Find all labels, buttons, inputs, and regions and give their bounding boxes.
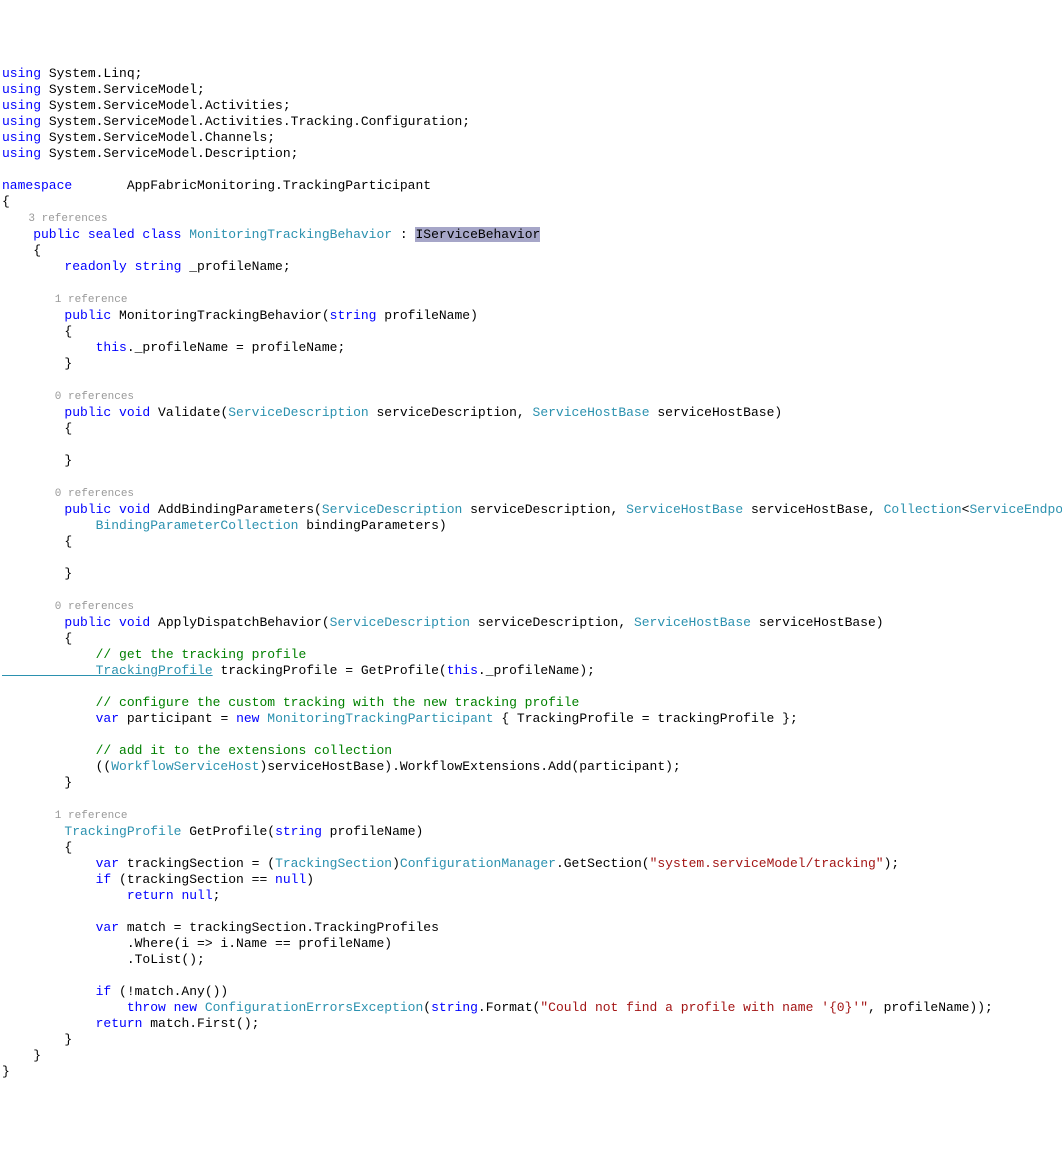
code-line: if (!match.Any()) bbox=[2, 984, 228, 999]
code-line: .ToList(); bbox=[2, 952, 205, 967]
codelens-references[interactable]: 3 references bbox=[2, 213, 108, 225]
using-directive: using System.ServiceModel; bbox=[2, 82, 205, 97]
brace: } bbox=[2, 1032, 72, 1047]
brace: { bbox=[2, 421, 72, 436]
using-directive: using System.Linq; bbox=[2, 66, 142, 81]
class-decl: public sealed class MonitoringTrackingBe… bbox=[2, 227, 540, 242]
using-directive: using System.ServiceModel.Channels; bbox=[2, 130, 275, 145]
code-line: var participant = new MonitoringTracking… bbox=[2, 711, 798, 726]
method-decl: TrackingProfile GetProfile(string profil… bbox=[2, 824, 423, 839]
brace: { bbox=[2, 194, 10, 209]
codelens-references[interactable]: 0 references bbox=[2, 488, 134, 500]
method-decl: public void Validate(ServiceDescription … bbox=[2, 405, 782, 420]
comment: // add it to the extensions collection bbox=[2, 743, 392, 758]
field-decl: readonly string _profileName; bbox=[2, 259, 291, 274]
code-line: return match.First(); bbox=[2, 1016, 259, 1031]
comment: // configure the custom tracking with th… bbox=[2, 695, 579, 710]
brace: { bbox=[2, 534, 72, 549]
brace: { bbox=[2, 631, 72, 646]
code-line: this._profileName = profileName; bbox=[2, 340, 345, 355]
brace: { bbox=[2, 840, 72, 855]
codelens-references[interactable]: 1 reference bbox=[2, 810, 127, 822]
comment: // get the tracking profile bbox=[2, 647, 306, 662]
code-line: throw new ConfigurationErrorsException(s… bbox=[2, 1000, 993, 1015]
brace: } bbox=[2, 775, 72, 790]
code-line: var match = trackingSection.TrackingProf… bbox=[2, 920, 439, 935]
code-line: return null; bbox=[2, 888, 220, 903]
brace: } bbox=[2, 453, 72, 468]
using-directive: using System.ServiceModel.Activities.Tra… bbox=[2, 114, 470, 129]
code-line: TrackingProfile trackingProfile = GetPro… bbox=[2, 663, 595, 678]
code-line: .Where(i => i.Name == profileName) bbox=[2, 936, 392, 951]
code-line: BindingParameterCollection bindingParame… bbox=[2, 518, 447, 533]
using-directive: using System.ServiceModel.Description; bbox=[2, 146, 298, 161]
codelens-references[interactable]: 1 reference bbox=[2, 294, 127, 306]
codelens-references[interactable]: 0 references bbox=[2, 391, 134, 403]
code-editor: using System.Linq; using System.ServiceM… bbox=[2, 66, 1062, 1080]
method-decl: public void AddBindingParameters(Service… bbox=[2, 502, 1062, 517]
code-line: var trackingSection = (TrackingSection)C… bbox=[2, 856, 899, 871]
brace: } bbox=[2, 1048, 41, 1063]
brace: { bbox=[2, 243, 41, 258]
using-directive: using System.ServiceModel.Activities; bbox=[2, 98, 291, 113]
codelens-references[interactable]: 0 references bbox=[2, 601, 134, 613]
brace: } bbox=[2, 1064, 10, 1079]
code-line: if (trackingSection == null) bbox=[2, 872, 314, 887]
code-line: ((WorkflowServiceHost)serviceHostBase).W… bbox=[2, 759, 681, 774]
method-decl: public void ApplyDispatchBehavior(Servic… bbox=[2, 615, 884, 630]
selected-text[interactable]: IServiceBehavior bbox=[415, 227, 540, 242]
constructor-decl: public MonitoringTrackingBehavior(string… bbox=[2, 308, 478, 323]
brace: } bbox=[2, 566, 72, 581]
brace: } bbox=[2, 356, 72, 371]
namespace-decl: namespace AppFabricMonitoring.TrackingPa… bbox=[2, 178, 431, 193]
brace: { bbox=[2, 324, 72, 339]
